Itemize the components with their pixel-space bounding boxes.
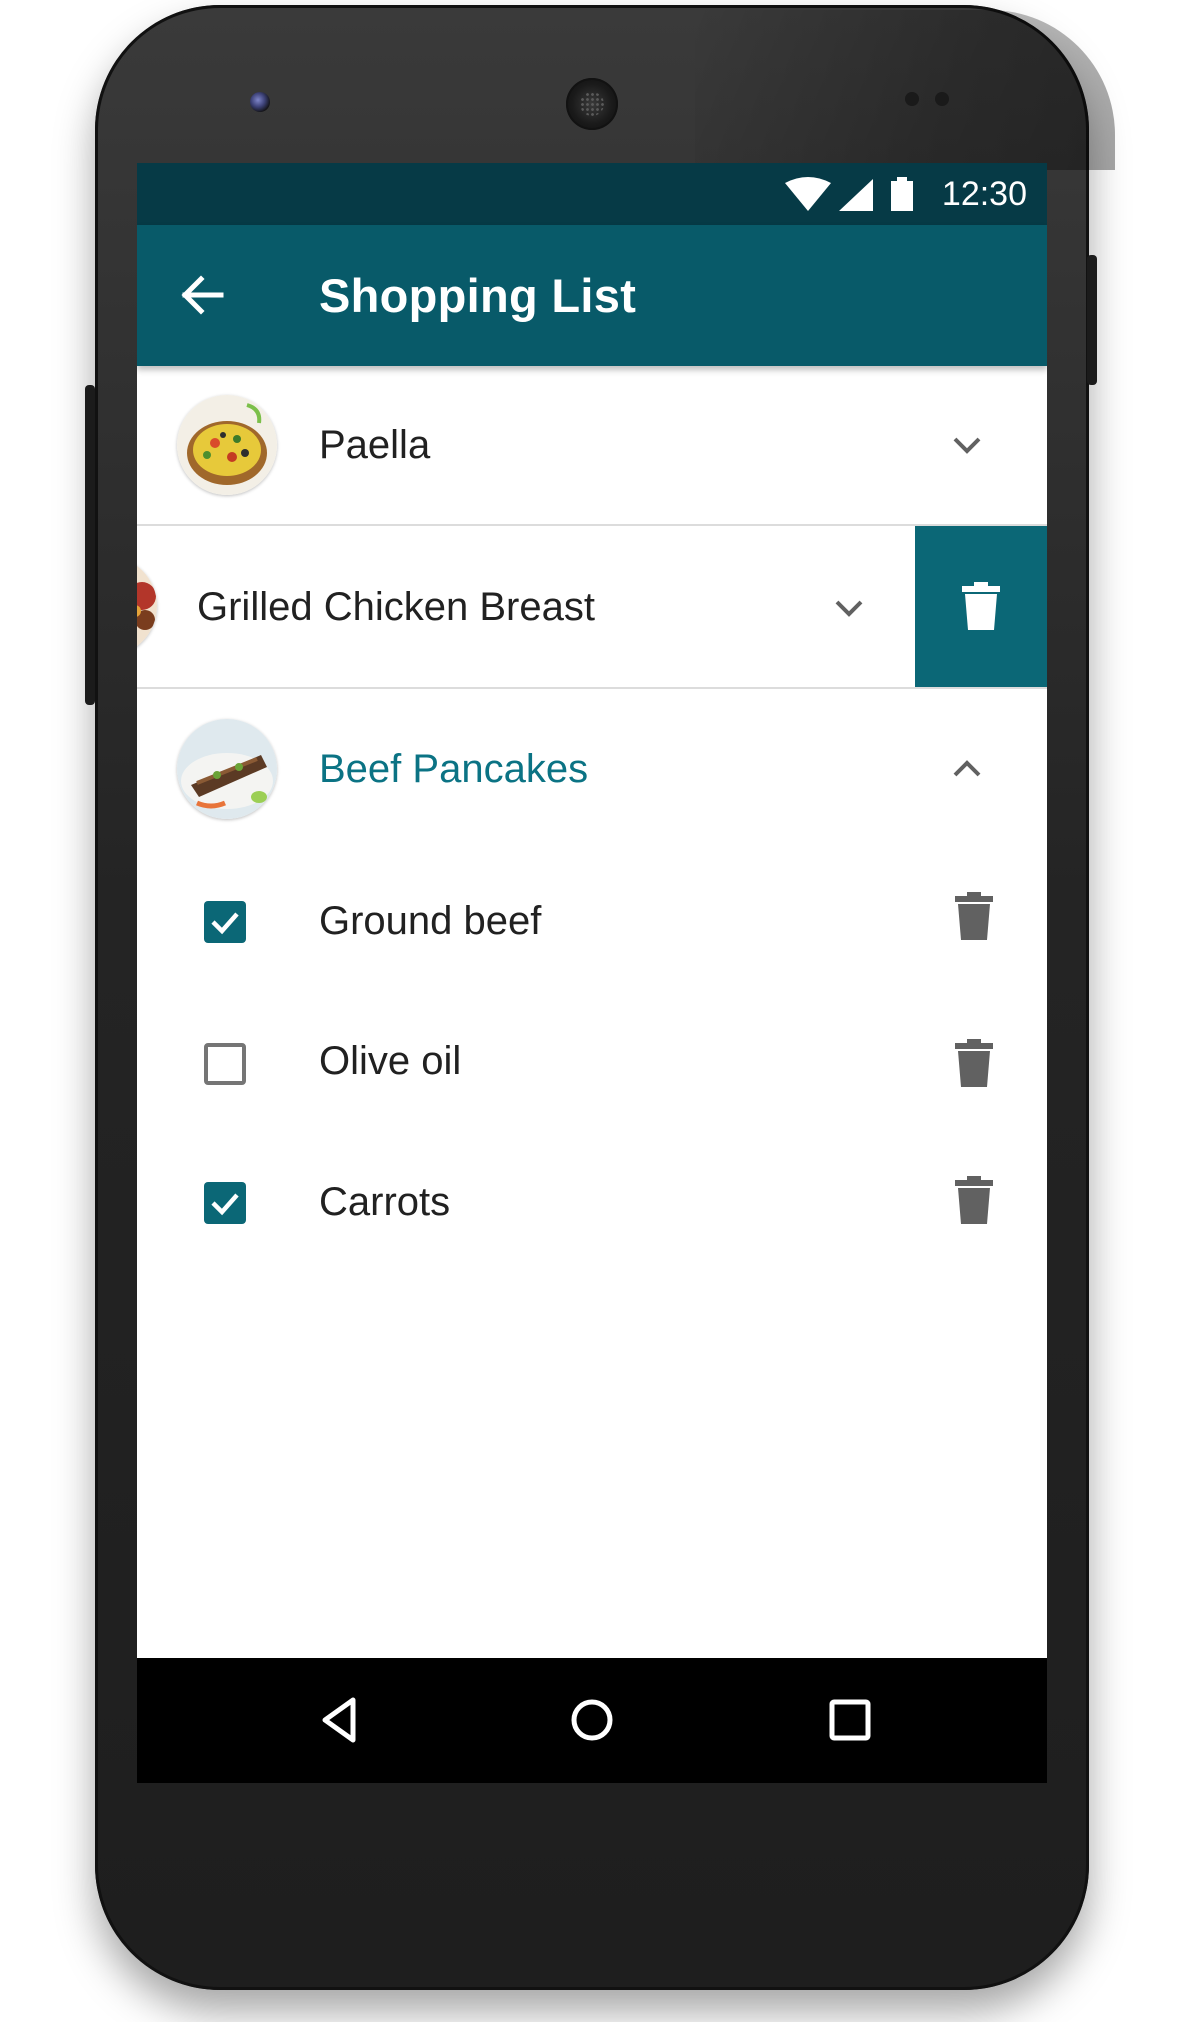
ingredient-checkbox[interactable] xyxy=(204,1043,246,1085)
trash-icon[interactable] xyxy=(955,1039,993,1087)
light-sensor xyxy=(935,92,949,106)
recipe-row-grilled-chicken[interactable]: Grilled Chicken Breast xyxy=(137,526,915,687)
screen: 12:30 Shopping List Paella Grilled Chick… xyxy=(137,163,1047,1783)
system-nav-bar xyxy=(137,1658,1047,1783)
recipe-name: Grilled Chicken Breast xyxy=(197,585,595,629)
ingredient-row: Carrots xyxy=(137,1131,1047,1261)
ingredient-row: Ground beef xyxy=(137,851,1047,981)
ingredient-checkbox[interactable] xyxy=(204,901,246,943)
wifi-icon xyxy=(785,177,831,211)
paella-thumbnail xyxy=(177,395,277,495)
trash-icon[interactable] xyxy=(955,892,993,940)
front-camera xyxy=(250,92,270,112)
phone-reflection xyxy=(695,10,1115,170)
recipe-row-beef-pancakes[interactable]: Beef Pancakes xyxy=(137,689,1047,849)
checkmark-icon xyxy=(211,912,239,935)
battery-icon xyxy=(891,177,913,211)
ingredient-checkbox[interactable] xyxy=(204,1182,246,1224)
recipe-row-paella[interactable]: Paella xyxy=(137,366,1047,524)
recipe-name: Paella xyxy=(319,423,431,467)
recipe-list: Paella Grilled Chicken Breast Beef Panca… xyxy=(137,366,1047,1658)
arrow-back-icon[interactable] xyxy=(177,269,229,321)
cellular-signal-icon xyxy=(839,179,873,211)
status-icons xyxy=(785,177,913,211)
status-time: 12:30 xyxy=(941,175,1027,213)
trash-icon xyxy=(962,582,1000,630)
home-circle-icon[interactable] xyxy=(560,1688,624,1752)
volume-button xyxy=(85,385,95,705)
ingredient-name: Ground beef xyxy=(319,899,542,943)
recents-square-icon[interactable] xyxy=(818,1688,882,1752)
swipe-delete-button[interactable] xyxy=(915,526,1047,687)
power-button xyxy=(1087,255,1097,385)
ingredient-row: Olive oil xyxy=(137,991,1047,1121)
proximity-sensor xyxy=(905,92,919,106)
chevron-up-icon[interactable] xyxy=(947,749,987,789)
speaker-grille xyxy=(580,92,604,116)
page-title: Shopping List xyxy=(319,269,637,322)
ingredient-name: Olive oil xyxy=(319,1039,462,1083)
ingredient-name: Carrots xyxy=(319,1180,451,1224)
status-bar: 12:30 xyxy=(137,163,1047,225)
grilled-chicken-thumbnail xyxy=(137,556,157,656)
chevron-down-icon[interactable] xyxy=(829,588,869,628)
back-triangle-icon[interactable] xyxy=(309,1688,373,1752)
beef-pancakes-thumbnail xyxy=(177,719,277,819)
app-bar: Shopping List xyxy=(137,225,1047,366)
recipe-name: Beef Pancakes xyxy=(319,747,589,791)
chevron-down-icon[interactable] xyxy=(947,425,987,465)
checkmark-icon xyxy=(211,1193,239,1216)
trash-icon[interactable] xyxy=(955,1176,993,1224)
